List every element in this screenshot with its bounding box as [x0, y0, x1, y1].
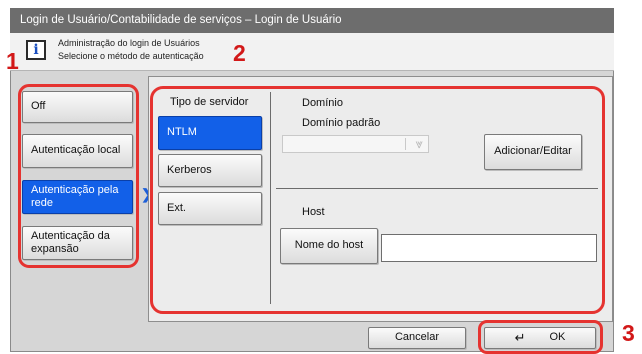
- info-icon: i: [26, 40, 46, 60]
- cancel-button[interactable]: Cancelar: [368, 327, 466, 349]
- callout-3: 3: [622, 320, 635, 346]
- info-text-line2: Selecione o método de autenticação: [58, 51, 204, 61]
- window-title: Login de Usuário/Contabilidade de serviç…: [10, 8, 614, 33]
- callout-1: 1: [6, 48, 19, 74]
- highlight-auth-methods: [18, 84, 139, 268]
- callout-2: 2: [233, 40, 246, 66]
- info-text-line1: Administração do login de Usuários: [58, 38, 200, 48]
- highlight-settings-panel: [150, 86, 605, 314]
- highlight-ok-button: [478, 320, 603, 354]
